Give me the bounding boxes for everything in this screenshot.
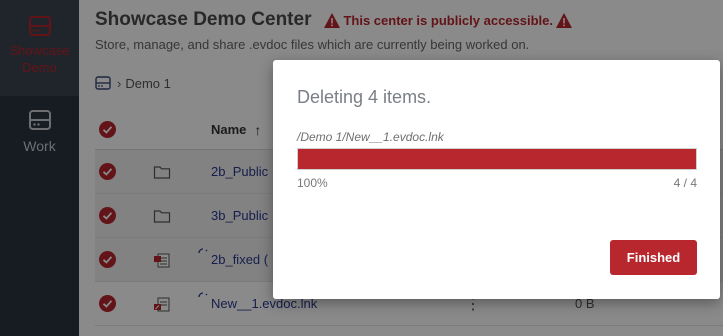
delete-progress-dialog: Deleting 4 items. /Demo 1/New__1.evdoc.l… (273, 60, 720, 299)
progress-bar (297, 148, 697, 170)
progress-percent: 100% (297, 176, 328, 190)
dialog-title: Deleting 4 items. (297, 87, 432, 107)
finished-button[interactable]: Finished (610, 240, 697, 275)
progress-bar-fill (298, 149, 696, 169)
current-item-path: /Demo 1/New__1.evdoc.lnk (297, 130, 444, 144)
progress-count: 4 / 4 (673, 176, 697, 190)
